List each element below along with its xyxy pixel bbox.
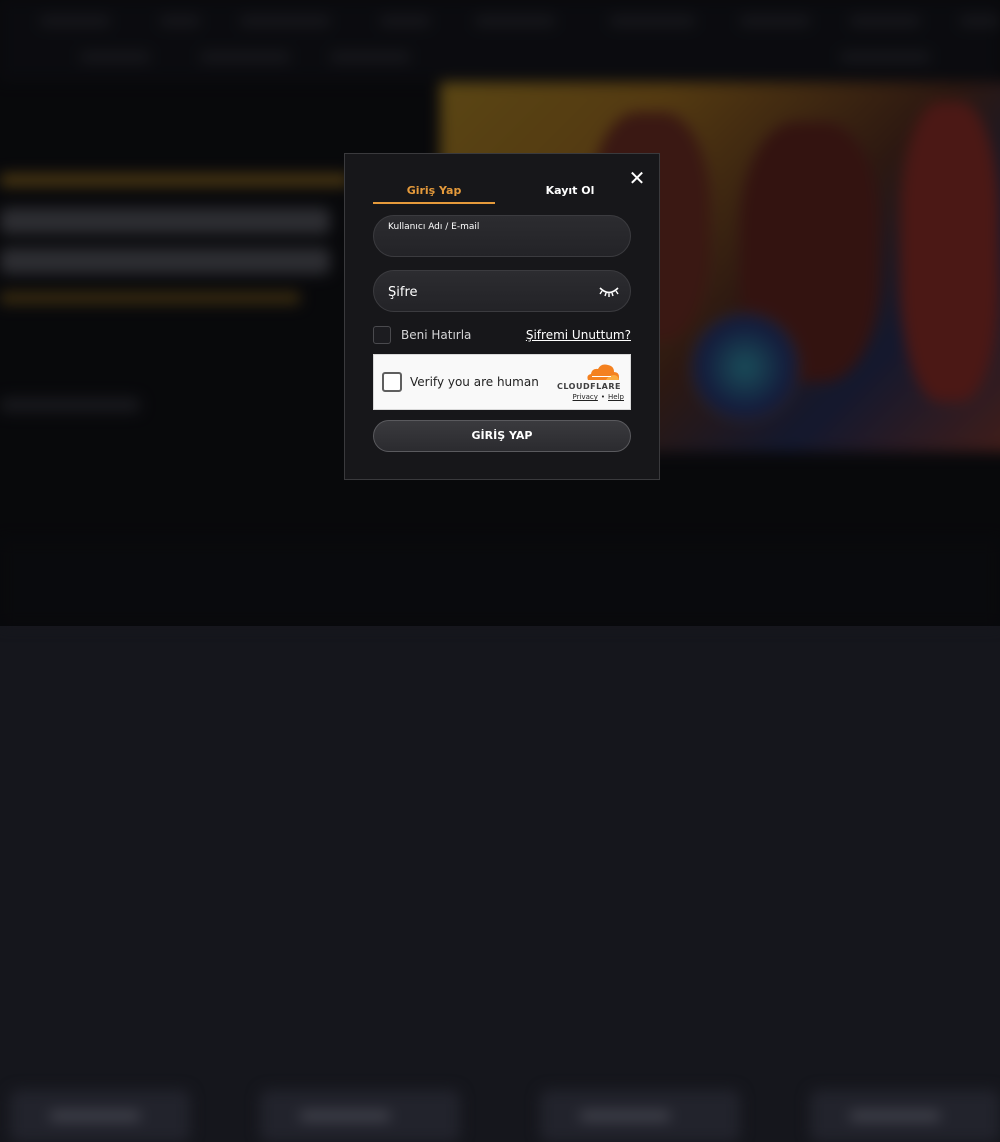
captcha-checkbox[interactable] xyxy=(382,372,402,392)
login-submit-button[interactable]: GİRİŞ YAP xyxy=(373,420,631,452)
password-field[interactable] xyxy=(373,270,631,312)
captcha-label: Verify you are human xyxy=(410,375,539,389)
cloudflare-cloud-icon xyxy=(587,364,619,380)
cloudflare-logo: CLOUDFLARE Privacy • Help xyxy=(554,363,624,403)
captcha-help-link[interactable]: Help xyxy=(608,393,624,401)
remember-label[interactable]: Beni Hatırla xyxy=(401,328,471,342)
remember-row: Beni Hatırla Şifremi Unuttum? xyxy=(373,326,631,346)
login-modal: ✕ Giriş Yap Kayıt Ol Kullanıcı Adı / E-m… xyxy=(344,153,660,480)
captcha-links: Privacy • Help xyxy=(560,393,624,401)
cloudflare-wordmark: CLOUDFLARE xyxy=(557,382,621,391)
forgot-password-link[interactable]: Şifremi Unuttum? xyxy=(526,328,631,342)
cloudflare-captcha: Verify you are human CLOUDFLARE Privacy •… xyxy=(373,354,631,410)
username-input[interactable] xyxy=(388,236,588,254)
tab-register[interactable]: Kayıt Ol xyxy=(509,180,631,204)
auth-tabs: Giriş Yap Kayıt Ol xyxy=(373,180,631,204)
username-field[interactable]: Kullanıcı Adı / E-mail xyxy=(373,215,631,257)
captcha-link-separator: • xyxy=(600,393,606,401)
captcha-privacy-link[interactable]: Privacy xyxy=(573,393,598,401)
username-label: Kullanıcı Adı / E-mail xyxy=(388,222,480,232)
password-input[interactable] xyxy=(388,283,588,301)
eye-closed-icon[interactable] xyxy=(598,282,620,300)
remember-checkbox[interactable] xyxy=(373,326,391,344)
tab-login[interactable]: Giriş Yap xyxy=(373,180,495,204)
